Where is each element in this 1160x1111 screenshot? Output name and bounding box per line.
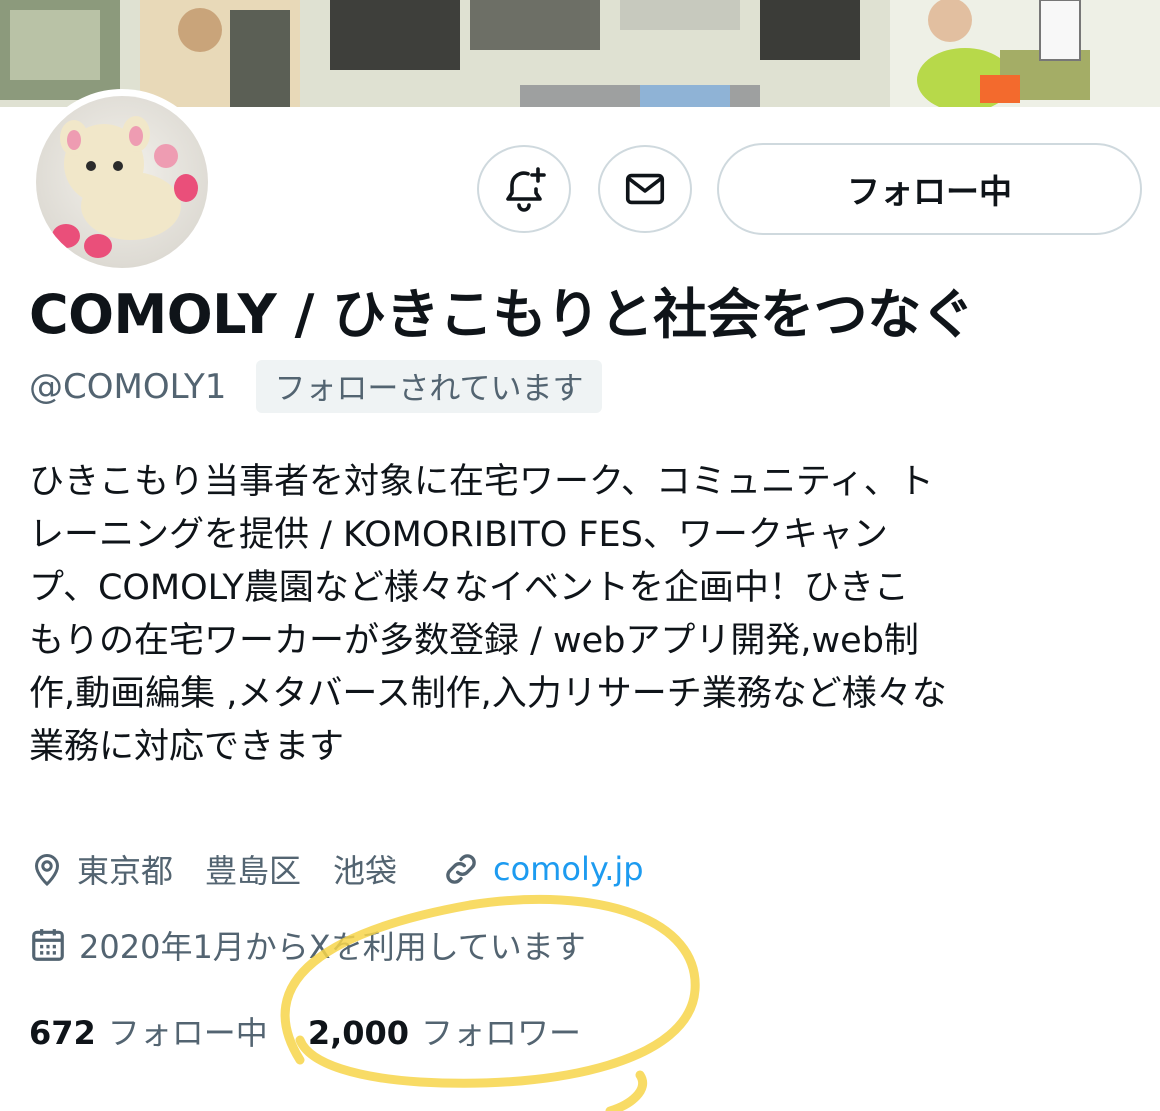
message-button[interactable] (598, 145, 692, 233)
calendar-icon (32, 929, 64, 961)
profile-banner[interactable] (0, 0, 1160, 107)
followers-count: 2,000 (307, 1014, 410, 1052)
profile-avatar[interactable] (29, 89, 215, 275)
map-pin-icon (34, 854, 60, 887)
handle-row: @COMOLY1 フォローされています (29, 360, 602, 413)
profile-bio: ひきこもり当事者を対象に在宅ワーク、コミュニティ、ト レーニングを提供 / KO… (29, 462, 947, 767)
website-link[interactable]: comoly.jp (493, 850, 644, 888)
banner-illustration (0, 0, 1160, 107)
follow-stats: 672 フォロー中 2,000 フォロワー (29, 1008, 581, 1054)
follows-you-badge: フォローされています (256, 360, 602, 413)
location-text: 東京都 豊島区 池袋 (77, 852, 398, 890)
profile-meta-location: 東京都 豊島区 池袋 comoly.jp (29, 846, 644, 892)
notifications-button[interactable] (477, 145, 571, 233)
following-button-label: フォロー中 (847, 172, 1012, 211)
following-stat[interactable]: 672 フォロー中 (29, 1008, 268, 1054)
user-handle: @COMOLY1 (29, 366, 227, 407)
followers-stat[interactable]: 2,000 フォロワー (308, 1008, 581, 1054)
profile-meta-joined: 2020年1月からXを利用しています (29, 922, 586, 968)
avatar-image (36, 96, 208, 268)
envelope-icon (625, 173, 665, 205)
bell-plus-icon (506, 167, 546, 212)
display-name: COMOLY / ひきこもりと社会をつなぐ (29, 283, 975, 346)
joined-text: 2020年1月からXを利用しています (79, 928, 586, 966)
followers-label: フォロワー (421, 1014, 582, 1052)
following-count: 672 (29, 1014, 96, 1052)
following-label: フォロー中 (107, 1014, 268, 1052)
following-button[interactable]: フォロー中 (717, 143, 1142, 235)
link-icon (446, 854, 476, 884)
